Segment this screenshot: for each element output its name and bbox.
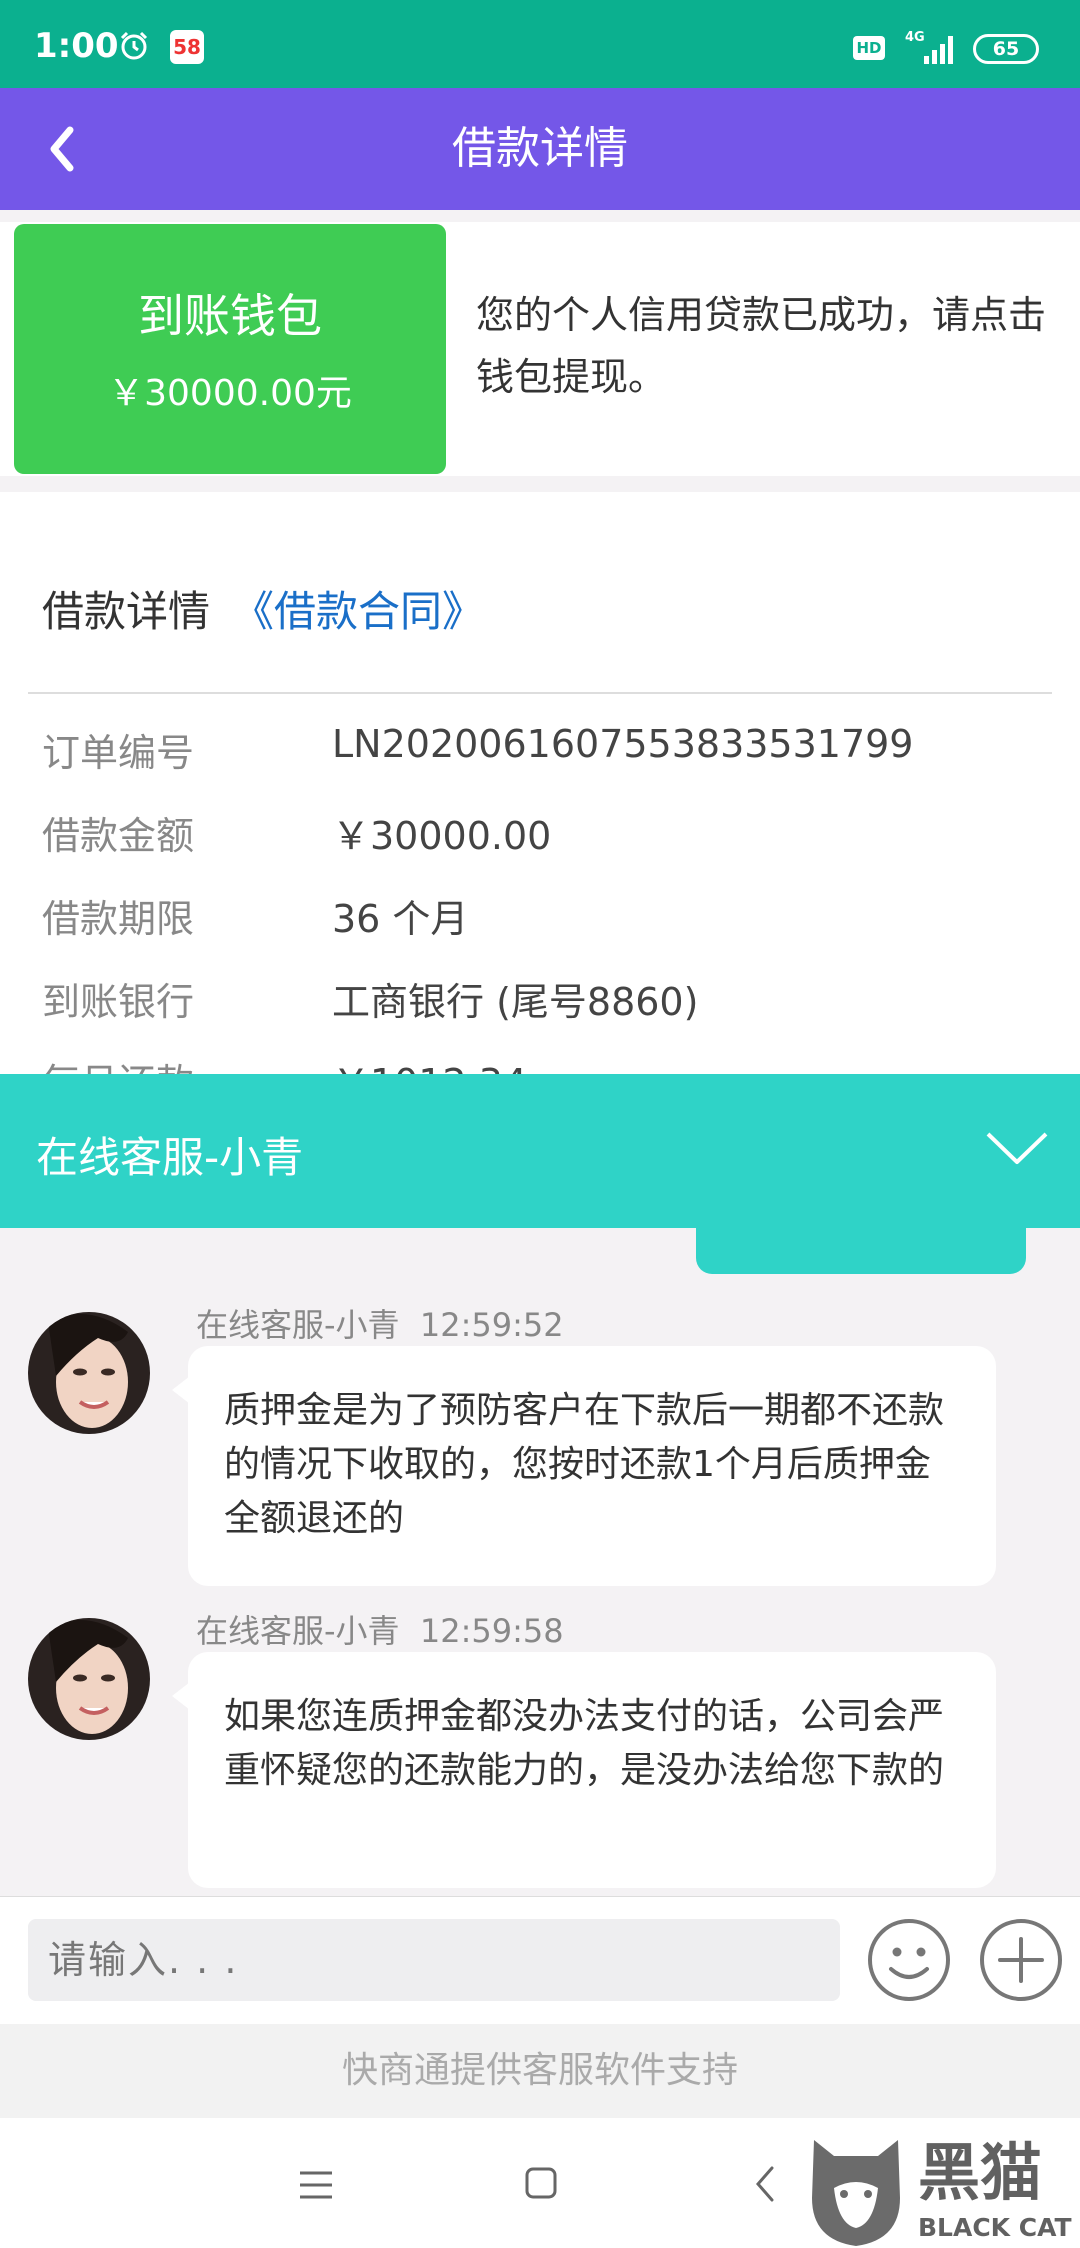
emoji-button[interactable] <box>866 1917 952 2003</box>
signal-icon <box>924 36 953 64</box>
app-header: 借款详情 <box>0 88 1080 210</box>
wallet-amount: ￥30000.00元 <box>108 373 352 414</box>
loan-amount-label: 借款金额 <box>42 814 195 858</box>
agent-avatar <box>28 1312 150 1434</box>
divider <box>28 692 1052 694</box>
collapse-chat-button[interactable] <box>984 1118 1050 1178</box>
chevron-down-icon <box>986 1132 1048 1164</box>
app-58-icon: 58 <box>170 30 204 64</box>
black-cat-watermark: 黑猫 BLACK CAT <box>812 2136 1072 2246</box>
system-back-button[interactable] <box>750 2162 780 2206</box>
back-button[interactable] <box>40 116 100 182</box>
add-attachment-button[interactable] <box>978 1917 1064 2003</box>
cat-logo-icon <box>812 2140 900 2246</box>
status-bar: 1:00 58 HD 4G 65 <box>0 0 1080 88</box>
plus-icon <box>980 1919 1062 2001</box>
chevron-left-icon <box>756 2166 774 2202</box>
details-title: 借款详情 <box>42 587 211 636</box>
battery-icon: 65 <box>973 34 1039 64</box>
message-meta: 在线客服-小青 12:59:58 <box>196 1606 564 1652</box>
smiley-icon <box>868 1919 950 2001</box>
agent-message-bubble: 质押金是为了预防客户在下款后一期都不还款的情况下收取的，您按时还款1个月后质押金… <box>188 1346 996 1586</box>
powered-by-footer: 快商通提供客服软件支持 <box>0 2024 1080 2118</box>
wallet-button[interactable]: 到账钱包 ￥30000.00元 <box>14 224 446 474</box>
chat-title: 在线客服-小青 <box>36 1133 304 1182</box>
page-title: 借款详情 <box>452 123 628 174</box>
order-number-value: LN2020061607553833531799 <box>332 722 914 766</box>
sender-name: 在线客服-小青 <box>196 1306 400 1344</box>
chat-input-bar <box>0 1896 1080 2025</box>
menu-icon <box>300 2171 332 2199</box>
agent-avatar <box>28 1618 150 1740</box>
svg-text:BLACK CAT: BLACK CAT <box>918 2213 1072 2242</box>
loan-amount-value: ￥30000.00 <box>332 814 552 858</box>
wallet-section: 到账钱包 ￥30000.00元 您的个人信用贷款已成功，请点击钱包提现。 <box>0 222 1080 476</box>
previous-user-message <box>696 1228 1026 1274</box>
order-number-label: 订单编号 <box>42 731 195 775</box>
sender-name: 在线客服-小青 <box>196 1612 400 1650</box>
bank-value: 工商银行 (尾号8860) <box>332 980 699 1024</box>
wallet-title: 到账钱包 <box>138 289 322 343</box>
alarm-icon <box>120 31 148 60</box>
agent-message-bubble: 如果您连质押金都没办法支付的话，公司会严重怀疑您的还款能力的，是没办法给您下款的 <box>188 1652 996 1888</box>
loan-details: 借款详情 《借款合同》 订单编号 LN202006160755383353179… <box>0 492 1080 1105</box>
message-input[interactable] <box>28 1919 840 2001</box>
status-time: 1:00 <box>34 26 119 66</box>
message-meta: 在线客服-小青 12:59:52 <box>196 1300 564 1346</box>
hd-icon: HD <box>853 36 885 60</box>
loan-term-label: 借款期限 <box>42 897 195 941</box>
message-time: 12:59:58 <box>419 1612 564 1650</box>
chevron-left-icon <box>50 126 74 172</box>
chat-messages[interactable]: 在线客服-小青 12:59:52 质押金是为了预防客户在下款后一期都不还款的情况… <box>0 1228 1080 1896</box>
contract-link[interactable]: 《借款合同》 <box>232 578 484 639</box>
svg-text:黑猫: 黑猫 <box>918 2136 1042 2209</box>
bank-label: 到账银行 <box>42 980 195 1024</box>
chat-header: 在线客服-小青 <box>0 1074 1080 1228</box>
square-icon <box>525 2167 557 2199</box>
message-time: 12:59:52 <box>419 1306 564 1344</box>
home-button[interactable] <box>524 2166 558 2200</box>
recent-apps-button[interactable] <box>296 2168 336 2202</box>
wallet-message: 您的个人信用贷款已成功，请点击钱包提现。 <box>476 293 1047 399</box>
loan-term-value: 36 个月 <box>332 897 469 941</box>
